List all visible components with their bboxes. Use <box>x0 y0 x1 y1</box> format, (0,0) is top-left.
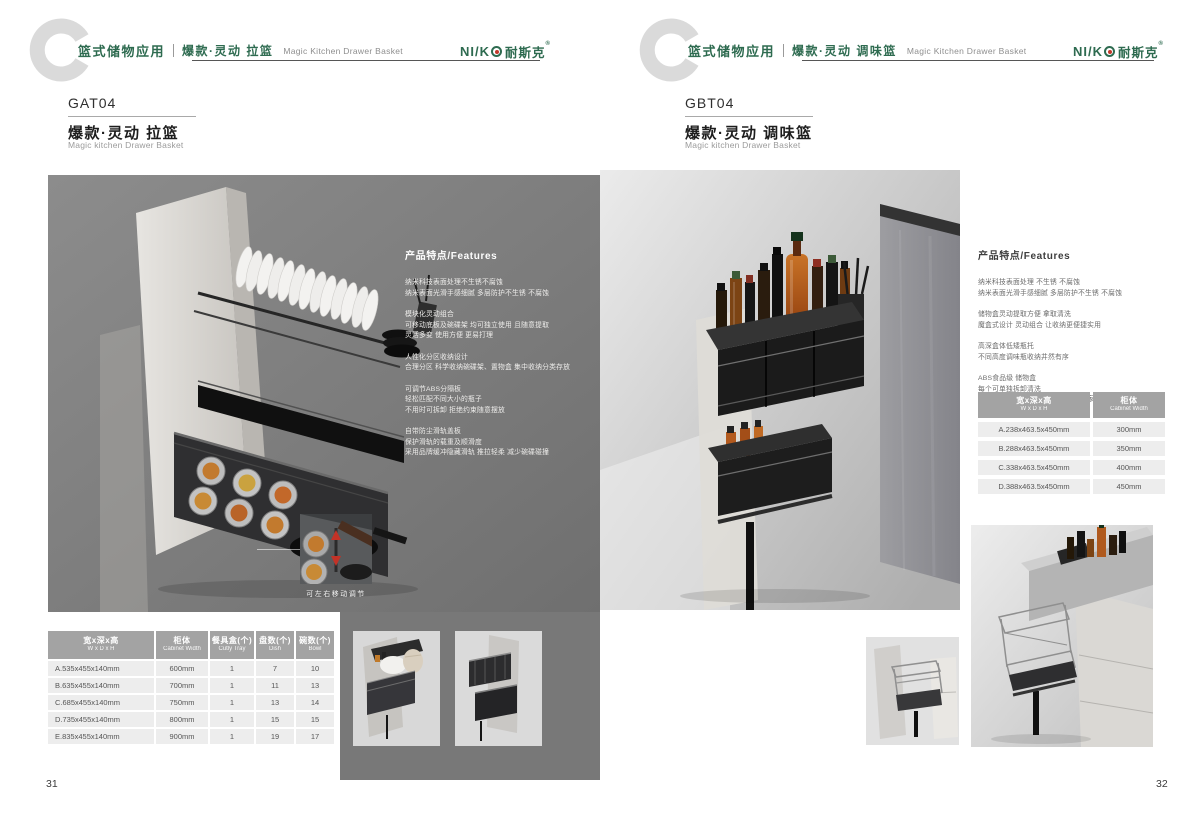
table-cell: 1 <box>210 712 254 727</box>
table-cell: 1 <box>210 729 254 744</box>
main-photo-spice-basket <box>600 170 960 610</box>
photo-countertop-basket <box>971 525 1153 747</box>
table-header-cell: 柜体Cabinet Width <box>156 631 208 659</box>
table-cell: B.635x455x140mm <box>48 678 154 693</box>
product-subtitle: Magic kitchen Drawer Basket <box>68 140 183 150</box>
feature-paragraph: 可调节ABS分隔板 轻松匹配不同大小的瓶子 不用时可拆卸 拒绝约束随意摆放 <box>405 385 597 417</box>
features-left: 产品特点/Features 纳米科技表面处理不生锈不腐蚀 纳米表面光滑手感细腻 … <box>405 247 597 470</box>
registered-mark: ® <box>546 41 550 47</box>
features-heading: 产品特点/Features <box>978 247 1170 262</box>
features-heading: 产品特点/Features <box>405 247 597 262</box>
code-underline <box>685 116 813 117</box>
code-underline <box>68 116 196 117</box>
table-cell: B.288x463.5x450mm <box>978 441 1090 456</box>
feature-paragraph: 自带防尘滑轨盖板 保护滑轨的载重及顺滑度 采用品牌缓冲隐藏滑轨 推拉轻柔 减少碗… <box>405 427 597 459</box>
table-cell: 800mm <box>156 712 208 727</box>
table-cell: 13 <box>256 695 294 710</box>
category-label: 篮式储物应用 <box>78 41 165 60</box>
table-cell: 15 <box>256 712 294 727</box>
table-cell: 19 <box>256 729 294 744</box>
table-cell: 15 <box>296 712 334 727</box>
table-cell: D.735x455x140mm <box>48 712 154 727</box>
header-divider <box>173 44 174 57</box>
spec-table-left: 宽x深x高W x D x H 柜体Cabinet Width 餐具盒(个)Cut… <box>48 631 334 744</box>
feature-paragraph: 模块化灵动组合 可移动底板及碗碟架 均可独立使用 且随意提取 灵活多变 使用方便… <box>405 310 597 342</box>
feature-paragraph: 高深盒体低矮瓶托 不同高度调味瓶收纳井然有序 <box>978 342 1170 363</box>
brand-logo: NI/K 耐斯克 ® <box>1073 42 1163 61</box>
table-cell: 700mm <box>156 678 208 693</box>
table-cell: D.388x463.5x450mm <box>978 479 1090 494</box>
category-label: 篮式储物应用 <box>688 41 775 60</box>
series-label: 爆款·灵动 拉篮 <box>182 42 273 59</box>
table-cell: 1 <box>210 695 254 710</box>
table-cell: 400mm <box>1093 460 1165 475</box>
feature-paragraph: 纳米科技表面处理 不生锈 不腐蚀 纳米表面光滑手感细腻 多层防护不生锈 不腐蚀 <box>978 278 1170 299</box>
table-cell: 7 <box>256 661 294 676</box>
series-label-en: Magic Kitchen Drawer Basket <box>283 46 403 56</box>
brand-o-icon <box>491 46 502 57</box>
feature-paragraph: 储物盒灵动提取方便 拿取清洗 魔盒式设计 灵动组合 让收纳更便捷实用 <box>978 310 1170 331</box>
header-divider <box>783 44 784 57</box>
table-cell: 14 <box>296 695 334 710</box>
page-number-right: 32 <box>1156 778 1168 790</box>
table-cell: C.338x463.5x450mm <box>978 460 1090 475</box>
table-header-cell: 宽x深x高W x D x H <box>978 392 1090 418</box>
header-left: 篮式储物应用 爆款·灵动 拉篮 Magic Kitchen Drawer Bas… <box>78 41 403 60</box>
brand-mark: NI/K <box>1073 44 1103 59</box>
table-header-cell: 盘数(个)Dish <box>256 631 294 659</box>
brand-name-cn: 耐斯克 <box>505 42 546 61</box>
table-cell: 300mm <box>1093 422 1165 437</box>
product-code: GBT04 <box>685 95 734 111</box>
table-cell: 1 <box>210 678 254 693</box>
table-cell: 11 <box>256 678 294 693</box>
table-cell: 750mm <box>156 695 208 710</box>
brand-mark: NI/K <box>460 44 490 59</box>
table-cell: 450mm <box>1093 479 1165 494</box>
table-cell: 350mm <box>1093 441 1165 456</box>
table-cell: C.685x455x140mm <box>48 695 154 710</box>
brand-logo: NI/K 耐斯克 ® <box>460 42 550 61</box>
registered-mark: ® <box>1159 41 1163 47</box>
inset-leader-line <box>257 549 300 550</box>
table-cell: 10 <box>296 661 334 676</box>
table-header-cell: 餐具盒(个)Cutly Tray <box>210 631 254 659</box>
brand-o-icon <box>1104 46 1115 57</box>
feature-paragraph: 纳米科技表面处理不生锈不腐蚀 纳米表面光滑手感细腻 多层防护不生锈 不腐蚀 <box>405 278 597 299</box>
thumb-photo-basket-open <box>455 631 542 746</box>
product-code: GAT04 <box>68 95 116 111</box>
product-subtitle: Magic kitchen Drawer Basket <box>685 140 800 150</box>
table-cell: 600mm <box>156 661 208 676</box>
table-cell: A.238x463.5x450mm <box>978 422 1090 437</box>
feature-paragraph: 人性化分区收纳设计 合理分区 科学收纳碗碟架、置物盒 集中收纳分类存放 <box>405 353 597 374</box>
table-header-cell: 碗数(个)Bowl <box>296 631 334 659</box>
table-cell: A.535x455x140mm <box>48 661 154 676</box>
series-label-en: Magic Kitchen Drawer Basket <box>907 46 1027 56</box>
table-header-cell: 柜体Cabinet Width <box>1093 392 1165 418</box>
catalog-spread: 篮式储物应用 爆款·灵动 拉篮 Magic Kitchen Drawer Bas… <box>0 0 1200 820</box>
table-cell: E.835x455x140mm <box>48 729 154 744</box>
thumb-photo-basket-loaded <box>353 631 440 746</box>
spec-table-right: 宽x深x高W x D x H 柜体Cabinet Width A.238x463… <box>978 392 1165 494</box>
table-cell: 900mm <box>156 729 208 744</box>
thumb-photo-wire-basket <box>866 637 959 745</box>
header-right: 篮式储物应用 爆款·灵动 调味篮 Magic Kitchen Drawer Ba… <box>688 41 1026 60</box>
page-number-left: 31 <box>46 778 58 790</box>
series-label: 爆款·灵动 调味篮 <box>792 42 897 59</box>
table-header-cell: 宽x深x高W x D x H <box>48 631 154 659</box>
table-cell: 1 <box>210 661 254 676</box>
table-cell: 17 <box>296 729 334 744</box>
inset-detail-photo <box>300 514 372 584</box>
inset-caption: 可左右移动调节 <box>292 589 380 599</box>
table-cell: 13 <box>296 678 334 693</box>
brand-name-cn: 耐斯克 <box>1118 42 1159 61</box>
